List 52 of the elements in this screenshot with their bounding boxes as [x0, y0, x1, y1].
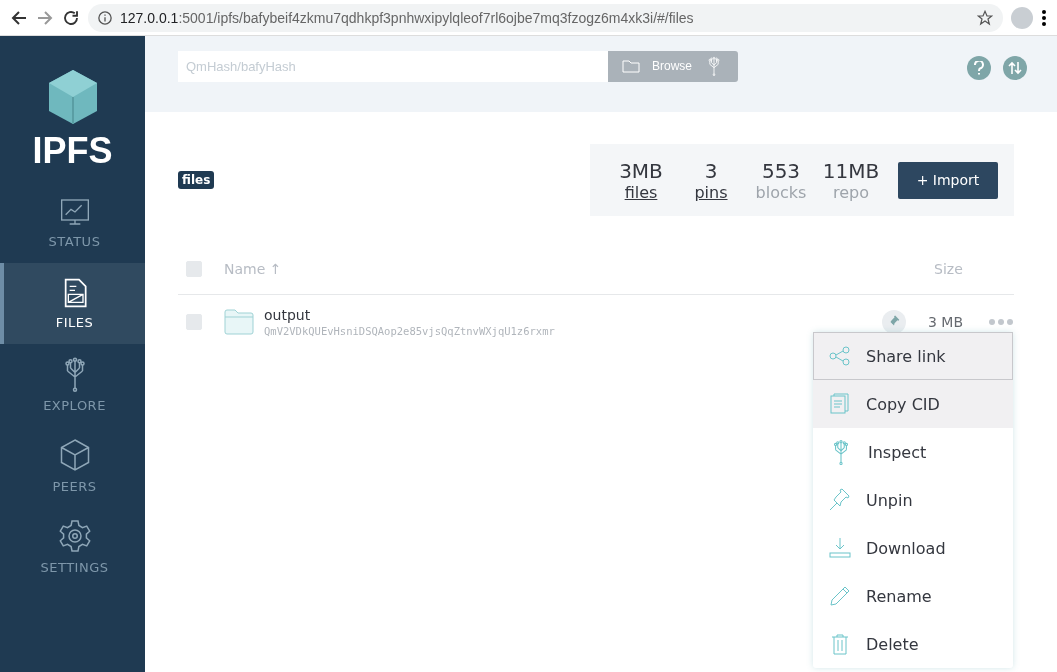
pushpin-icon [828, 488, 852, 512]
menu-item[interactable]: Copy CID [813, 380, 1013, 428]
stat-value: 3MB [619, 158, 663, 183]
share-icon [828, 344, 852, 368]
stat-value: 3 [704, 158, 718, 183]
nav-item[interactable]: FILES [0, 263, 145, 344]
settings-icon [56, 518, 93, 554]
nav-item[interactable]: EXPLORE [0, 344, 145, 425]
monitor-chart-icon [58, 196, 91, 228]
pin-icon[interactable] [882, 310, 906, 334]
pencil-icon [828, 584, 852, 608]
cube-logo-icon [46, 68, 99, 126]
nav-item[interactable]: SETTINGS [0, 506, 145, 587]
stat-link[interactable]: pins [694, 182, 728, 202]
copy-icon [828, 392, 852, 416]
logo-text: IPFS [32, 130, 113, 172]
forward-icon[interactable] [36, 8, 54, 27]
more-menu-icon[interactable] [1041, 8, 1047, 27]
menu-item[interactable]: Download [813, 524, 1013, 572]
folder-icon [224, 309, 254, 335]
stat-value: 11MB [822, 158, 880, 183]
search-field[interactable]: QmHash/bafyHash [178, 50, 608, 82]
file-cid: QmV2VDkQUEvHsniDSQAop2e85vjsQqZtnvWXjqU1z6rxmr [264, 325, 555, 337]
address-bar[interactable]: 127.0.0.1:5001/ipfs/bafybeif4zkmu7qdhkpf3pnhwxipylqleof7rl6ojbe7mq3fzogz6m4xk3i/#/files [88, 3, 1003, 32]
stat-value: 553 [761, 158, 801, 183]
file-name[interactable]: output [264, 307, 555, 323]
more-icon[interactable] [988, 318, 1014, 326]
breadcrumb[interactable]: files [178, 171, 215, 189]
menu-item[interactable]: Share link [813, 332, 1013, 380]
stat-label: blocks [755, 182, 807, 202]
reload-icon[interactable] [62, 8, 80, 27]
url-text: 127.0.0.1:5001/ipfs/bafybeif4zkmu7qdhkpf3pnhwxipylqleof7rl6ojbe7mq3fzogz6m4xk3i/#/files [120, 9, 694, 26]
file-size: 3 MB [928, 314, 965, 330]
import-button[interactable]: + Import [898, 161, 998, 199]
menu-item[interactable]: Rename [813, 572, 1013, 620]
avatar[interactable] [1011, 6, 1033, 29]
stat-link[interactable]: files [624, 182, 658, 202]
row-checkbox[interactable] [186, 314, 202, 330]
info-icon [98, 10, 112, 25]
menu-item[interactable]: Delete [813, 620, 1013, 668]
star-icon[interactable] [977, 9, 993, 26]
nav-item[interactable]: STATUS [0, 182, 145, 263]
folder-icon [622, 59, 640, 73]
menu-item[interactable]: Unpin [813, 476, 1013, 524]
nav-item[interactable]: PEERS [0, 425, 145, 506]
stat-label: repo [833, 182, 869, 202]
select-all-checkbox[interactable] [186, 261, 202, 277]
menu-item[interactable]: Inspect [813, 428, 1013, 476]
back-icon[interactable] [10, 8, 28, 27]
download-icon [828, 536, 852, 560]
help-icon[interactable] [967, 56, 991, 80]
transfer-icon[interactable] [1003, 56, 1027, 80]
